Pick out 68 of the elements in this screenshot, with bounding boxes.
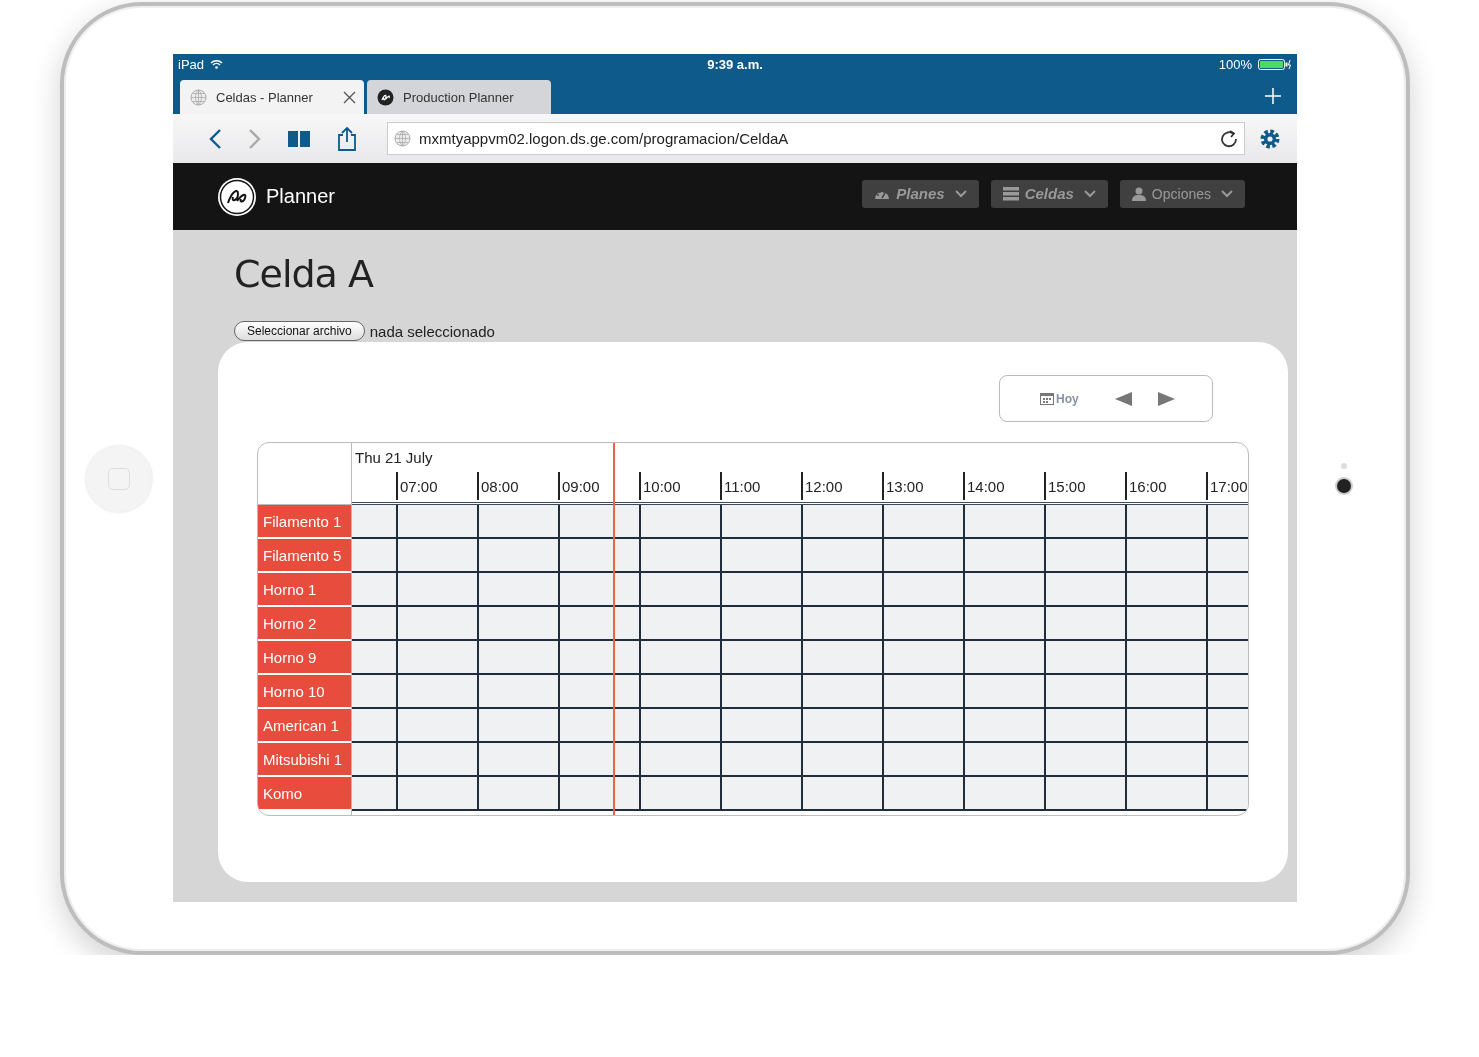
timeline-cell	[352, 777, 396, 809]
share-icon[interactable]	[337, 126, 357, 151]
chevron-icon	[954, 189, 967, 198]
file-button[interactable]: Seleccionar archivo	[234, 321, 365, 341]
timeline-cell	[352, 539, 396, 571]
hour-label: 14:00	[967, 477, 1005, 495]
server-icon	[1002, 186, 1019, 201]
next-icon	[1157, 391, 1175, 406]
timeline-cell	[352, 743, 396, 775]
hour-label: 12:00	[805, 477, 843, 495]
resource-label: Horno 1	[258, 573, 351, 607]
browser-tab[interactable]: Celdas - Planner	[180, 80, 364, 114]
resource-label: Mitsubishi 1	[258, 743, 351, 777]
timeline-cell	[352, 675, 396, 707]
battery-icon	[1258, 58, 1292, 70]
timeline-cell	[352, 573, 396, 605]
battery-percent: 100%	[1218, 56, 1252, 72]
date-label: Thu 21 July	[354, 448, 434, 468]
hour-label: 09:00	[562, 477, 600, 495]
previous-button[interactable]	[1114, 391, 1132, 406]
nav-menu[interactable]: Planes	[862, 179, 979, 208]
resource-label: American 1	[258, 709, 351, 743]
settings-icon[interactable]	[1259, 127, 1281, 150]
resource-label: Horno 10	[258, 675, 351, 709]
resource-label: Filamento 5	[258, 539, 351, 573]
resource-label: Komo	[258, 777, 351, 811]
close-icon[interactable]	[343, 90, 356, 104]
reload-icon[interactable]	[1220, 129, 1238, 148]
hour-label: 11:00	[724, 477, 761, 495]
chevron-icon	[1083, 189, 1096, 198]
timeline-cell	[352, 641, 396, 673]
next-button[interactable]	[1157, 391, 1175, 406]
timeline-cell	[352, 607, 396, 639]
back-icon[interactable]	[209, 128, 223, 149]
globe-icon	[190, 88, 207, 106]
logo-icon	[377, 88, 394, 106]
carrier-label: iPad	[178, 56, 205, 72]
chevron-icon	[1221, 189, 1233, 198]
resource-label: Horno 2	[258, 607, 351, 641]
logo-icon	[217, 176, 257, 217]
wifi-icon	[210, 59, 224, 69]
sensor-icon	[1340, 462, 1347, 469]
clock: 9:39 a.m.	[707, 56, 763, 72]
nav-menu[interactable]: Opciones	[1119, 179, 1245, 208]
app-name: Planner	[266, 185, 336, 208]
hour-label: 17:00	[1210, 477, 1248, 495]
nav-menu[interactable]: Celdas	[990, 179, 1108, 208]
page-title: Celda A	[234, 252, 375, 296]
browser-tab[interactable]: Production Planner	[367, 80, 551, 114]
hour-label: 13:00	[886, 477, 924, 495]
previous-icon	[1114, 391, 1132, 406]
user-icon	[1131, 186, 1146, 201]
book-icon[interactable]	[287, 129, 311, 148]
file-status: nada seleccionado	[369, 322, 495, 340]
globe-icon	[394, 130, 411, 147]
camera-icon	[1334, 476, 1353, 495]
hour-label: 08:00	[481, 477, 519, 495]
hour-label: 10:00	[643, 477, 681, 495]
add-tab-icon[interactable]	[1265, 88, 1281, 104]
calendar-icon	[1040, 392, 1054, 405]
resource-label: Horno 9	[258, 641, 351, 675]
hour-label: 07:00	[400, 477, 438, 495]
resource-label: Filamento 1	[258, 505, 351, 539]
timeline-cell	[352, 709, 396, 741]
timeline-cell	[352, 505, 396, 537]
address-bar[interactable]: mxmtyappvm02.logon.ds.ge.com/programacion/CeldaA	[387, 122, 1245, 155]
hour-label: 16:00	[1129, 477, 1167, 495]
hour-label: 15:00	[1048, 477, 1086, 495]
